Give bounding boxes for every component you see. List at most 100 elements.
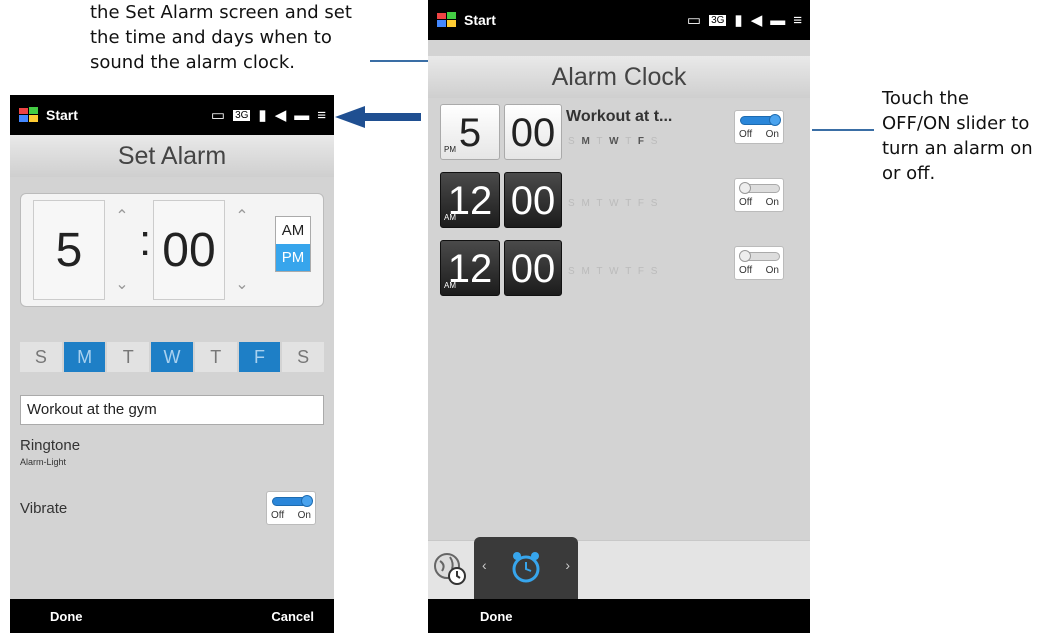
speaker-icon[interactable]: ◀ — [275, 106, 287, 124]
day-label: T — [596, 136, 605, 147]
toggle-on-label: On — [765, 197, 779, 208]
alarm-row-1[interactable]: 5 PM 00 Workout at t... S M T W T F S Of… — [436, 104, 802, 164]
day-label: T — [625, 198, 634, 209]
toggle-on-label: On — [765, 129, 779, 140]
cancel-button[interactable]: Cancel — [271, 609, 314, 624]
battery-icon[interactable]: ▬ — [770, 12, 785, 29]
softkey-bar: Done Cancel — [10, 599, 334, 633]
alarm-clock-icon — [512, 552, 540, 583]
alarm-description-input[interactable]: Workout at the gym — [20, 395, 324, 425]
vibrate-toggle[interactable]: Off On — [266, 491, 316, 525]
toggle-off-label: Off — [739, 129, 753, 140]
minute-down-icon[interactable]: ⌄ — [235, 274, 248, 294]
hour-spinner[interactable]: ⌃ ⌄ — [107, 198, 137, 302]
speaker-icon[interactable]: ◀ — [751, 11, 763, 29]
minute-up-icon[interactable]: ⌃ — [235, 206, 248, 226]
tv-icon: ▭ — [210, 107, 226, 124]
minute-digit[interactable]: 00 — [153, 200, 225, 300]
hour-digit[interactable]: 5 — [33, 200, 105, 300]
tab-right-icon[interactable]: › — [565, 557, 570, 573]
alarm-2-days: S M T W T F S — [568, 198, 659, 209]
alarm-1-name: Workout at t... — [566, 108, 673, 125]
day-label: M — [581, 136, 592, 147]
set-alarm-screen: Start ▭ 3G ▮ ◀ ▬ ≡ Set Alarm 5 ⌃ ⌄ : 00 … — [10, 95, 334, 633]
alarm-1-minute-value: 00 — [510, 111, 556, 155]
menu-icon[interactable]: ≡ — [317, 107, 326, 124]
alarm-1-hour[interactable]: 5 PM — [440, 104, 500, 160]
alarm-2-toggle[interactable]: Off On — [734, 178, 784, 212]
day-monday[interactable]: M — [63, 342, 106, 372]
page-title: Set Alarm — [10, 135, 334, 177]
alarm-tab[interactable]: ‹ › — [474, 537, 578, 601]
windows-logo-icon[interactable] — [18, 106, 40, 124]
ringtone-value[interactable]: Alarm-Light — [20, 457, 66, 467]
alarm-3-toggle[interactable]: Off On — [734, 246, 784, 280]
alarm-3-period: AM — [444, 281, 456, 290]
day-sunday[interactable]: S — [20, 342, 62, 372]
status-bar: Start ▭ 3G ▮ ◀ ▬ ≡ — [10, 95, 334, 135]
softkey-bar-right: Done — [428, 599, 810, 633]
callout-toggle-line-2: OFF/ON slider to — [882, 113, 1030, 134]
day-label: F — [637, 198, 647, 209]
alarm-row-3[interactable]: 12 AM 00 S M T W T F S Off On — [436, 240, 802, 300]
signal-icon[interactable]: ▮ — [258, 106, 266, 124]
alarm-2-minute-value: 00 — [510, 179, 556, 223]
done-button-right[interactable]: Done — [480, 609, 513, 624]
day-label: S — [568, 136, 577, 147]
start-label[interactable]: Start — [46, 107, 78, 123]
ampm-selector: AM PM — [275, 216, 311, 272]
alarm-2-hour[interactable]: 12 AM — [440, 172, 500, 228]
windows-logo-icon[interactable] — [436, 11, 458, 29]
day-label: F — [637, 266, 647, 277]
alarm-3-minute[interactable]: 00 — [504, 240, 562, 296]
am-option[interactable]: AM — [276, 217, 310, 244]
time-picker: 5 ⌃ ⌄ : 00 ⌃ ⌄ AM PM — [20, 193, 324, 307]
callout-set-alarm: the Set Alarm screen and set the time an… — [90, 0, 400, 75]
day-tuesday[interactable]: T — [107, 342, 150, 372]
day-saturday[interactable]: S — [282, 342, 325, 372]
vibrate-label: Vibrate — [20, 500, 68, 517]
done-button[interactable]: Done — [50, 609, 83, 624]
pm-option[interactable]: PM — [276, 244, 310, 271]
day-label: S — [650, 198, 660, 209]
minute-spinner[interactable]: ⌃ ⌄ — [227, 198, 257, 302]
day-label: M — [581, 198, 592, 209]
day-label: T — [625, 136, 634, 147]
left-arrow-icon — [335, 106, 421, 128]
day-wednesday[interactable]: W — [151, 342, 193, 372]
day-label: M — [581, 266, 592, 277]
alarm-2-period: AM — [444, 213, 456, 222]
ringtone-label[interactable]: Ringtone — [20, 437, 80, 454]
vibrate-off-label: Off — [271, 510, 285, 521]
alarm-2-minute[interactable]: 00 — [504, 172, 562, 228]
vibrate-on-label: On — [297, 510, 311, 521]
callout-toggle-leader — [812, 129, 874, 131]
alarm-3-hour[interactable]: 12 AM — [440, 240, 500, 296]
signal-icon[interactable]: ▮ — [734, 11, 742, 29]
alarm-3-minute-value: 00 — [510, 247, 556, 291]
tab-left-icon[interactable]: ‹ — [482, 557, 487, 573]
alarm-row-2[interactable]: 12 AM 00 S M T W T F S Off On — [436, 172, 802, 232]
day-thursday[interactable]: T — [194, 342, 237, 372]
weekday-selector: S M T W T F S — [20, 342, 325, 372]
hour-down-icon[interactable]: ⌄ — [115, 274, 128, 294]
world-clock-icon[interactable] — [432, 551, 468, 587]
alarm-1-minute[interactable]: 00 — [504, 104, 562, 160]
time-colon: : — [139, 216, 152, 265]
day-label: W — [609, 136, 621, 147]
tab-strip: ‹ › — [428, 537, 810, 601]
toggle-off-label: Off — [739, 197, 753, 208]
menu-icon[interactable]: ≡ — [793, 12, 802, 29]
hour-up-icon[interactable]: ⌃ — [115, 206, 128, 226]
day-label: S — [650, 266, 660, 277]
day-friday[interactable]: F — [238, 342, 281, 372]
network-badge: 3G — [233, 109, 251, 121]
day-label: S — [650, 136, 660, 147]
alarm-clock-screen: Start ▭ 3G ▮ ◀ ▬ ≡ Alarm Clock 5 PM 00 W… — [428, 0, 810, 633]
alarm-1-hour-value: 5 — [458, 111, 482, 155]
alarm-1-period: PM — [444, 145, 456, 154]
start-label[interactable]: Start — [464, 12, 496, 28]
battery-icon[interactable]: ▬ — [294, 107, 309, 124]
day-label: S — [568, 198, 577, 209]
alarm-1-toggle[interactable]: Off On — [734, 110, 784, 144]
